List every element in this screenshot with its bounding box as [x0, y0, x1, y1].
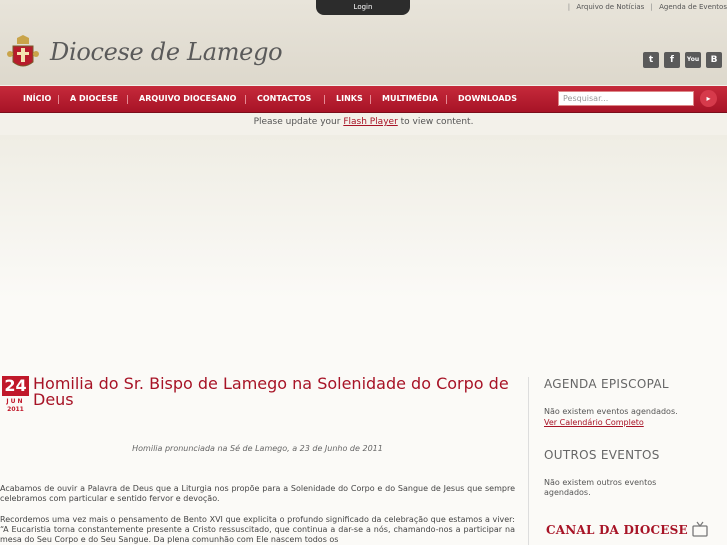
agenda-empty-text: Não existem eventos agendados.	[544, 407, 678, 416]
twitter-icon[interactable]: t	[643, 52, 659, 68]
nav-a-diocese[interactable]: A DIOCESE	[70, 86, 118, 112]
article-paragraph: Acabamos de ouvir a Palavra de Deus que …	[0, 484, 515, 503]
column-divider	[528, 377, 529, 545]
nav-separator	[324, 95, 325, 104]
nav-separator	[446, 95, 447, 104]
diocese-crest-logo[interactable]	[6, 34, 40, 78]
nav-arquivo-diocesano[interactable]: ARQUIVO DIOCESANO	[139, 86, 236, 112]
tv-icon	[692, 521, 708, 541]
site-title[interactable]: Diocese de Lamego	[50, 38, 283, 66]
separator: |	[650, 3, 653, 11]
arrow-right-icon: ▸	[706, 94, 711, 103]
nav-multimedia[interactable]: MULTIMÉDIA	[382, 86, 438, 112]
article-date: 24 JUN 2011	[2, 376, 29, 413]
top-links: | Arquivo de Notícias | Agenda de Evento…	[564, 3, 727, 11]
outros-eventos-heading: OUTROS EVENTOS	[544, 448, 660, 462]
nav-contactos[interactable]: CONTACTOS	[257, 86, 311, 112]
date-month: JUN	[6, 398, 25, 405]
date-year: 2011	[7, 406, 24, 413]
nav-separator	[370, 95, 371, 104]
flash-message: Please update your Flash Player to view …	[0, 117, 727, 127]
article-title[interactable]: Homilia do Sr. Bispo de Lamego na Soleni…	[33, 376, 513, 408]
separator: |	[567, 3, 571, 11]
calendar-link[interactable]: Ver Calendário Completo	[544, 418, 644, 427]
article-paragraph: Recordemos uma vez mais o pensamento de …	[0, 515, 515, 544]
nav-separator	[58, 95, 59, 104]
flash-text-after: to view content.	[397, 117, 474, 127]
flash-player-link[interactable]: Flash Player	[343, 117, 397, 127]
search-input[interactable]: Pesquisar...	[558, 91, 694, 106]
agenda-episcopal-heading: AGENDA EPISCOPAL	[544, 377, 669, 391]
facebook-icon[interactable]: f	[664, 52, 680, 68]
date-day: 24	[2, 376, 29, 396]
outros-empty-text: Não existem outros eventos agendados.	[544, 478, 657, 497]
events-agenda-link[interactable]: Agenda de Eventos	[659, 3, 727, 11]
blogger-icon[interactable]: B	[706, 52, 722, 68]
canal-diocese-heading[interactable]: CANAL DA DIOCESE	[546, 523, 688, 537]
article-subtitle: Homilia pronunciada na Sé de Lamego, a 2…	[132, 444, 383, 453]
nav-separator	[127, 95, 128, 104]
nav-inicio[interactable]: INÍCIO	[23, 86, 51, 112]
news-archive-link[interactable]: Arquivo de Notícias	[576, 3, 644, 11]
flash-text-before: Please update your	[253, 117, 344, 127]
nav-downloads[interactable]: DOWNLOADS	[458, 86, 517, 112]
youtube-icon[interactable]: You	[685, 52, 701, 68]
nav-separator	[245, 95, 246, 104]
login-button[interactable]: Login	[316, 0, 410, 15]
nav-links[interactable]: LINKS	[336, 86, 363, 112]
search-button[interactable]: ▸	[700, 90, 717, 107]
calendar-link-wrapper: Ver Calendário Completo	[544, 418, 704, 428]
